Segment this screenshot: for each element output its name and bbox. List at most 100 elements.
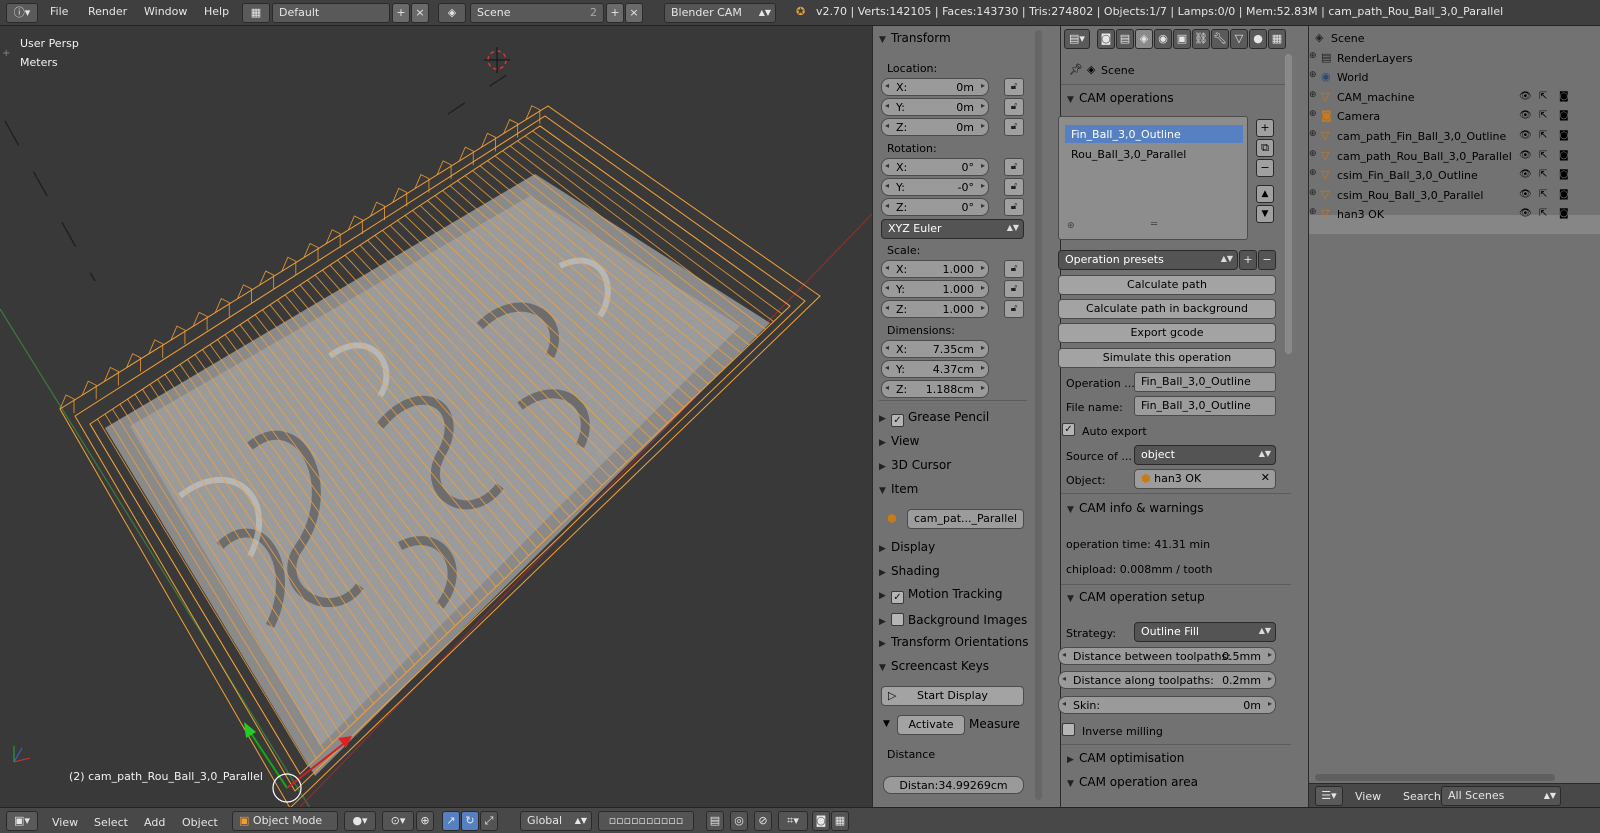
render-engine-select[interactable]: Blender CAM ▲▼: [664, 3, 776, 23]
item-panel-header[interactable]: ▼ Item: [879, 482, 918, 496]
rotation-z-field[interactable]: ◂ Z: 0° ▸: [881, 198, 989, 216]
toolshelf-toggle-icon[interactable]: +: [2, 48, 10, 59]
distance-field[interactable]: Distan:34.99269cm: [883, 776, 1024, 794]
shading-icon[interactable]: ●▾: [344, 811, 376, 831]
measure-collapse-icon[interactable]: ▼: [883, 719, 890, 729]
expand-icon[interactable]: ⊕: [1309, 51, 1317, 61]
visibility-eye-icon[interactable]: 👁︎: [1519, 208, 1532, 219]
lock-icon[interactable]: 🔓︎: [1004, 300, 1024, 318]
outliner-item[interactable]: ⊕ ▽ cam_path_Rou_Ball_3,0_Parallel 👁︎ ⇱ ◙: [1309, 147, 1600, 166]
rotation-x-field[interactable]: ◂ X: 0° ▸: [881, 158, 989, 176]
move-down-icon[interactable]: ▼: [1256, 205, 1274, 223]
dimensions-x-field[interactable]: ◂ X: 7.35cm ▸: [881, 340, 989, 358]
visibility-eye-icon[interactable]: 👁︎: [1519, 91, 1532, 102]
distance-between-field[interactable]: ◂ Distance between toolpaths: 0.5mm ▸: [1058, 647, 1276, 665]
motion-tracking-checkbox[interactable]: ✓: [891, 591, 904, 604]
remove-preset-icon[interactable]: −: [1258, 250, 1276, 270]
location-y-field[interactable]: ◂ Y: 0m ▸: [881, 98, 989, 116]
proportional-icon[interactable]: ◎: [730, 811, 748, 831]
filename-field[interactable]: Fin_Ball_3,0_Outline: [1134, 396, 1276, 416]
outliner-item[interactable]: ⊕ ▽ csim_Fin_Ball_3,0_Outline 👁︎ ⇱ ◙: [1309, 166, 1600, 185]
menu-object[interactable]: Object: [182, 816, 218, 829]
properties-editor-type-icon[interactable]: ▤▾: [1064, 29, 1090, 49]
scale-icon[interactable]: ⤢: [480, 811, 498, 831]
pivot-icon[interactable]: ⊙▾: [382, 811, 414, 831]
selectable-cursor-icon[interactable]: ⇱: [1539, 208, 1547, 219]
layout-field[interactable]: Default: [272, 3, 390, 23]
lock-icon[interactable]: 🔓︎: [1004, 98, 1024, 116]
start-display-button[interactable]: ▷ Start Display: [881, 686, 1024, 706]
scale-x-field[interactable]: ◂ X: 1.000 ▸: [881, 260, 989, 278]
expand-icon[interactable]: ⊕: [1309, 149, 1317, 159]
background-images-header[interactable]: ▶ Background Images: [879, 611, 1027, 627]
selectable-cursor-icon[interactable]: ⇱: [1539, 189, 1547, 200]
object-field[interactable]: ⬢ han3 OK ✕: [1134, 469, 1276, 489]
outliner-editor-type-icon[interactable]: ☰▾: [1315, 786, 1343, 806]
transform-orientations-header[interactable]: ▶ Transform Orientations: [879, 635, 1029, 649]
list-filter-icon[interactable]: ⊕: [1067, 221, 1075, 231]
scale-z-field[interactable]: ◂ Z: 1.000 ▸: [881, 300, 989, 318]
renderable-camera-icon[interactable]: ◙: [1559, 208, 1569, 219]
translate-icon[interactable]: ↗: [442, 811, 460, 831]
data-tab-icon[interactable]: ▽: [1230, 29, 1248, 49]
properties-scrollbar[interactable]: [1285, 54, 1292, 354]
activate-button[interactable]: Activate: [897, 715, 965, 735]
material-tab-icon[interactable]: ●: [1249, 29, 1267, 49]
export-gcode-button[interactable]: Export gcode: [1058, 323, 1276, 343]
visibility-eye-icon[interactable]: 👁︎: [1519, 110, 1532, 121]
outliner-item[interactable]: ⊕ ▽ han3 OK 👁︎ ⇱ ◙: [1309, 205, 1600, 224]
remove-layout-icon[interactable]: ×: [411, 3, 429, 23]
cam-optimisation-header[interactable]: ▶ CAM optimisation: [1067, 751, 1184, 765]
outliner-hscroll[interactable]: [1315, 774, 1555, 781]
visibility-eye-icon[interactable]: 👁︎: [1519, 189, 1532, 200]
add-scene-icon[interactable]: +: [606, 3, 624, 23]
layers-tab-icon[interactable]: ▤: [1116, 29, 1134, 49]
add-operation-icon[interactable]: +: [1256, 119, 1274, 137]
visibility-eye-icon[interactable]: 👁︎: [1519, 150, 1532, 161]
transform-header[interactable]: ▼ Transform: [879, 31, 951, 45]
selectable-cursor-icon[interactable]: ⇱: [1539, 130, 1547, 141]
visibility-eye-icon[interactable]: 👁︎: [1519, 130, 1532, 141]
list-resize-handle[interactable]: ═: [1151, 219, 1157, 230]
copy-operation-icon[interactable]: ⧉: [1256, 139, 1274, 157]
outliner-view-menu[interactable]: View: [1355, 790, 1381, 803]
clear-icon[interactable]: ✕: [1261, 472, 1270, 484]
location-x-field[interactable]: ◂ X: 0m ▸: [881, 78, 989, 96]
cam-info-header[interactable]: ▼ CAM info & warnings: [1067, 501, 1204, 515]
calculate-background-button[interactable]: Calculate path in background: [1058, 299, 1276, 319]
expand-icon[interactable]: ⊕: [1309, 90, 1317, 100]
cursor-panel-header[interactable]: ▶ 3D Cursor: [879, 458, 951, 472]
outliner-item[interactable]: ⊕ ▽ csim_Rou_Ball_3,0_Parallel 👁︎ ⇱ ◙: [1309, 186, 1600, 205]
grease-pencil-header[interactable]: ▶ ✓ Grease Pencil: [879, 410, 989, 427]
renderable-camera-icon[interactable]: ◙: [1559, 150, 1569, 161]
constraints-tab-icon[interactable]: ⛓: [1192, 29, 1210, 49]
scene-tab-icon[interactable]: ◈: [1135, 29, 1153, 49]
list-item[interactable]: Fin_Ball_3,0_Outline: [1065, 125, 1243, 143]
render-icon[interactable]: ◙: [812, 811, 830, 831]
lock-icon[interactable]: 🔓︎: [1004, 178, 1024, 196]
menu-render[interactable]: Render: [88, 5, 127, 18]
scene-field[interactable]: Scene 2: [470, 3, 604, 23]
grease-pencil-checkbox[interactable]: ✓: [891, 414, 904, 427]
renderable-camera-icon[interactable]: ◙: [1559, 130, 1569, 141]
renderable-camera-icon[interactable]: ◙: [1559, 91, 1569, 102]
orientation-select[interactable]: Global ▲▼: [520, 811, 592, 831]
outliner-item[interactable]: ◈ Scene: [1309, 29, 1600, 48]
distance-along-field[interactable]: ◂ Distance along toolpaths: 0.2mm ▸: [1058, 671, 1276, 689]
simulate-button[interactable]: Simulate this operation: [1058, 348, 1276, 368]
display-mode-select[interactable]: All Scenes ▲▼: [1441, 786, 1561, 806]
layout-icon[interactable]: ▦: [242, 3, 270, 23]
expand-icon[interactable]: ⊕: [1309, 168, 1317, 178]
render-anim-icon[interactable]: ▦: [831, 811, 849, 831]
strategy-select[interactable]: Outline Fill ▲▼: [1134, 622, 1276, 642]
snap-toggle-icon[interactable]: ⊘: [754, 811, 772, 831]
lock-icon[interactable]: 🔓︎: [1004, 280, 1024, 298]
outliner-item[interactable]: ⊕ ▤ RenderLayers: [1309, 49, 1600, 68]
background-images-checkbox[interactable]: [891, 613, 904, 626]
cam-setup-header[interactable]: ▼ CAM operation setup: [1067, 590, 1205, 604]
lock-icon[interactable]: 🔓︎: [1004, 118, 1024, 136]
source-select[interactable]: object ▲▼: [1134, 445, 1276, 465]
outliner-item[interactable]: ⊕ ◙ Camera 👁︎ ⇱ ◙: [1309, 107, 1600, 126]
modifiers-tab-icon[interactable]: 🔧︎: [1211, 29, 1229, 49]
selectable-cursor-icon[interactable]: ⇱: [1539, 169, 1547, 180]
